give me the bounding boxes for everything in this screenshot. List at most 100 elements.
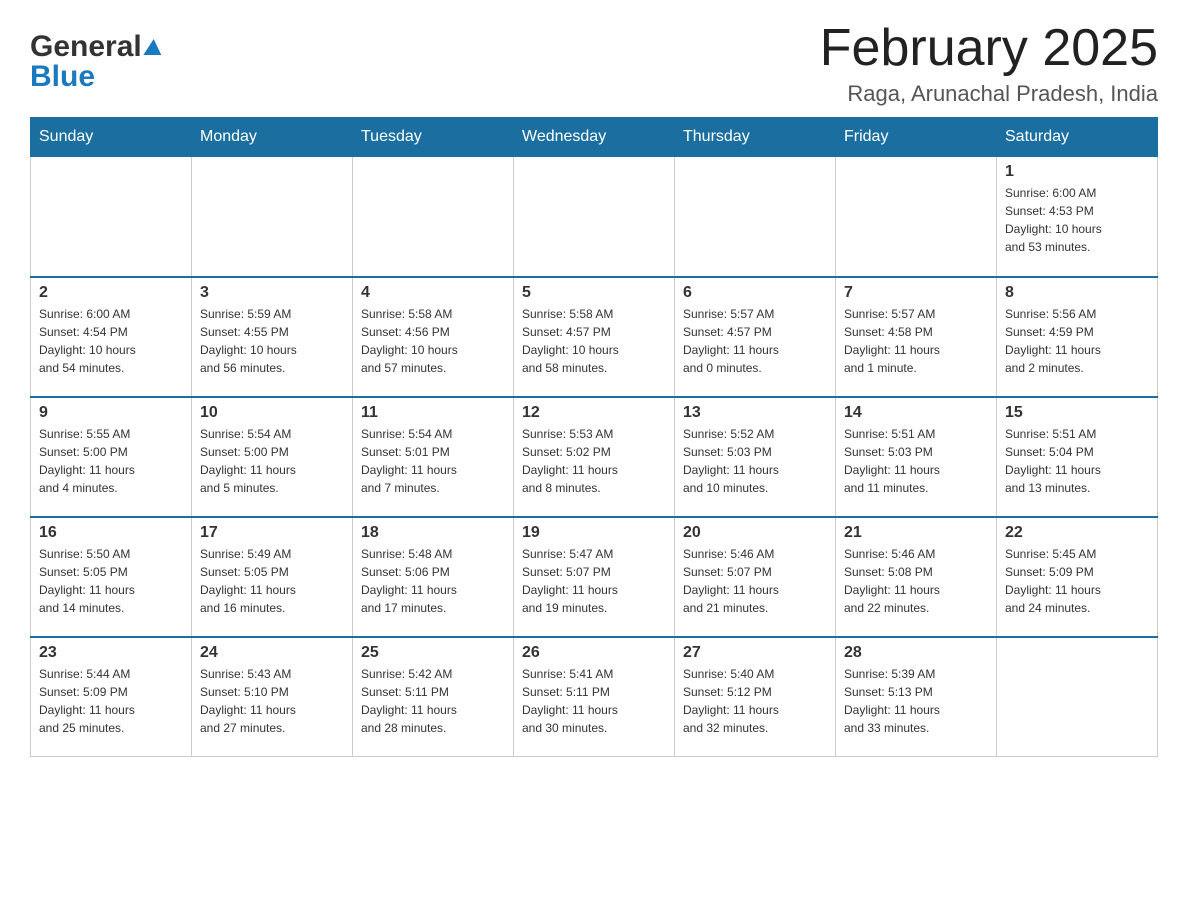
table-row: 6 Sunrise: 5:57 AM Sunset: 4:57 PM Daylig…	[675, 277, 836, 397]
day-info: Sunrise: 5:51 AM Sunset: 5:03 PM Dayligh…	[844, 425, 988, 497]
day-info: Sunrise: 5:57 AM Sunset: 4:58 PM Dayligh…	[844, 305, 988, 377]
calendar-table: Sunday Monday Tuesday Wednesday Thursday…	[30, 117, 1158, 757]
day-info: Sunrise: 5:47 AM Sunset: 5:07 PM Dayligh…	[522, 545, 666, 617]
day-number: 23	[39, 644, 183, 662]
table-row	[192, 157, 353, 277]
table-row: 10Sunrise: 5:54 AM Sunset: 5:00 PM Dayli…	[192, 397, 353, 517]
table-row: 5 Sunrise: 5:58 AM Sunset: 4:57 PM Daylig…	[514, 277, 675, 397]
day-info: Sunrise: 5:58 AM Sunset: 4:57 PM Dayligh…	[522, 305, 666, 377]
logo: General Blue	[30, 20, 162, 94]
day-number: 16	[39, 524, 183, 542]
day-info: Sunrise: 5:44 AM Sunset: 5:09 PM Dayligh…	[39, 665, 183, 737]
header-wednesday: Wednesday	[514, 118, 675, 157]
header-monday: Monday	[192, 118, 353, 157]
day-number: 18	[361, 524, 505, 542]
table-row: 7 Sunrise: 5:57 AM Sunset: 4:58 PM Daylig…	[836, 277, 997, 397]
day-info: Sunrise: 5:52 AM Sunset: 5:03 PM Dayligh…	[683, 425, 827, 497]
day-number: 1	[1005, 163, 1149, 181]
table-row: 14 Sunrise: 5:51 AM Sunset: 5:03 PM Dayli…	[836, 397, 997, 517]
table-row: 8 Sunrise: 5:56 AM Sunset: 4:59 PM Daylig…	[997, 277, 1158, 397]
day-info: Sunrise: 6:00 AM Sunset: 4:54 PM Dayligh…	[39, 305, 183, 377]
table-row: 21 Sunrise: 5:46 AM Sunset: 5:08 PM Dayli…	[836, 517, 997, 637]
table-row: 19 Sunrise: 5:47 AM Sunset: 5:07 PM Dayli…	[514, 517, 675, 637]
table-row: 24Sunrise: 5:43 AM Sunset: 5:10 PM Dayli…	[192, 637, 353, 757]
page-header: General Blue February 2025 Raga, Arunach…	[30, 20, 1158, 107]
day-number: 19	[522, 524, 666, 542]
day-number: 14	[844, 404, 988, 422]
day-number: 11	[361, 404, 505, 422]
table-row: 27 Sunrise: 5:40 AM Sunset: 5:12 PM Dayli…	[675, 637, 836, 757]
logo-blue-text: Blue	[30, 60, 95, 94]
table-row	[675, 157, 836, 277]
day-info: Sunrise: 5:54 AM Sunset: 5:01 PM Dayligh…	[361, 425, 505, 497]
day-info: Sunrise: 5:55 AM Sunset: 5:00 PM Dayligh…	[39, 425, 183, 497]
day-info: Sunrise: 5:59 AM Sunset: 4:55 PM Dayligh…	[200, 305, 344, 377]
title-block: February 2025 Raga, Arunachal Pradesh, I…	[820, 20, 1158, 107]
day-info: Sunrise: 5:58 AM Sunset: 4:56 PM Dayligh…	[361, 305, 505, 377]
day-info: Sunrise: 5:56 AM Sunset: 4:59 PM Dayligh…	[1005, 305, 1149, 377]
day-info: Sunrise: 5:54 AM Sunset: 5:00 PM Dayligh…	[200, 425, 344, 497]
header-tuesday: Tuesday	[353, 118, 514, 157]
day-info: Sunrise: 5:50 AM Sunset: 5:05 PM Dayligh…	[39, 545, 183, 617]
day-info: Sunrise: 5:49 AM Sunset: 5:05 PM Dayligh…	[200, 545, 344, 617]
day-number: 22	[1005, 524, 1149, 542]
day-number: 2	[39, 284, 183, 302]
table-row: 3 Sunrise: 5:59 AM Sunset: 4:55 PM Daylig…	[192, 277, 353, 397]
table-row: 28 Sunrise: 5:39 AM Sunset: 5:13 PM Dayli…	[836, 637, 997, 757]
header-sunday: Sunday	[31, 118, 192, 157]
day-number: 21	[844, 524, 988, 542]
day-number: 26	[522, 644, 666, 662]
day-info: Sunrise: 5:53 AM Sunset: 5:02 PM Dayligh…	[522, 425, 666, 497]
table-row	[514, 157, 675, 277]
logo-general-text: General	[30, 30, 142, 64]
day-info: Sunrise: 5:57 AM Sunset: 4:57 PM Dayligh…	[683, 305, 827, 377]
table-row: 22Sunrise: 5:45 AM Sunset: 5:09 PM Dayli…	[997, 517, 1158, 637]
day-info: Sunrise: 5:46 AM Sunset: 5:07 PM Dayligh…	[683, 545, 827, 617]
calendar-week-row: 16 Sunrise: 5:50 AM Sunset: 5:05 PM Dayli…	[31, 517, 1158, 637]
day-number: 13	[683, 404, 827, 422]
header-friday: Friday	[836, 118, 997, 157]
day-number: 9	[39, 404, 183, 422]
month-title: February 2025	[820, 20, 1158, 77]
day-number: 17	[200, 524, 344, 542]
day-number: 8	[1005, 284, 1149, 302]
day-info: Sunrise: 5:42 AM Sunset: 5:11 PM Dayligh…	[361, 665, 505, 737]
day-info: Sunrise: 5:51 AM Sunset: 5:04 PM Dayligh…	[1005, 425, 1149, 497]
table-row: 20 Sunrise: 5:46 AM Sunset: 5:07 PM Dayli…	[675, 517, 836, 637]
table-row	[31, 157, 192, 277]
day-number: 12	[522, 404, 666, 422]
header-saturday: Saturday	[997, 118, 1158, 157]
day-number: 7	[844, 284, 988, 302]
day-number: 15	[1005, 404, 1149, 422]
calendar-week-row: 23 Sunrise: 5:44 AM Sunset: 5:09 PM Dayli…	[31, 637, 1158, 757]
day-number: 6	[683, 284, 827, 302]
day-info: Sunrise: 5:46 AM Sunset: 5:08 PM Dayligh…	[844, 545, 988, 617]
day-number: 3	[200, 284, 344, 302]
calendar-week-row: 1 Sunrise: 6:00 AM Sunset: 4:53 PM Daylig…	[31, 157, 1158, 277]
day-info: Sunrise: 6:00 AM Sunset: 4:53 PM Dayligh…	[1005, 184, 1149, 256]
table-row: 15 Sunrise: 5:51 AM Sunset: 5:04 PM Dayli…	[997, 397, 1158, 517]
day-info: Sunrise: 5:39 AM Sunset: 5:13 PM Dayligh…	[844, 665, 988, 737]
table-row	[353, 157, 514, 277]
day-info: Sunrise: 5:40 AM Sunset: 5:12 PM Dayligh…	[683, 665, 827, 737]
day-number: 24	[200, 644, 344, 662]
table-row	[836, 157, 997, 277]
day-number: 27	[683, 644, 827, 662]
calendar-week-row: 2 Sunrise: 6:00 AM Sunset: 4:54 PM Daylig…	[31, 277, 1158, 397]
day-number: 28	[844, 644, 988, 662]
calendar-week-row: 9 Sunrise: 5:55 AM Sunset: 5:00 PM Daylig…	[31, 397, 1158, 517]
table-row: 12 Sunrise: 5:53 AM Sunset: 5:02 PM Dayli…	[514, 397, 675, 517]
day-number: 20	[683, 524, 827, 542]
table-row: 11 Sunrise: 5:54 AM Sunset: 5:01 PM Dayli…	[353, 397, 514, 517]
table-row: 2 Sunrise: 6:00 AM Sunset: 4:54 PM Daylig…	[31, 277, 192, 397]
day-info: Sunrise: 5:48 AM Sunset: 5:06 PM Dayligh…	[361, 545, 505, 617]
table-row: 17 Sunrise: 5:49 AM Sunset: 5:05 PM Dayli…	[192, 517, 353, 637]
table-row	[997, 637, 1158, 757]
day-number: 5	[522, 284, 666, 302]
table-row: 9 Sunrise: 5:55 AM Sunset: 5:00 PM Daylig…	[31, 397, 192, 517]
table-row: 23 Sunrise: 5:44 AM Sunset: 5:09 PM Dayli…	[31, 637, 192, 757]
day-number: 4	[361, 284, 505, 302]
header-thursday: Thursday	[675, 118, 836, 157]
day-number: 25	[361, 644, 505, 662]
table-row: 26Sunrise: 5:41 AM Sunset: 5:11 PM Dayli…	[514, 637, 675, 757]
